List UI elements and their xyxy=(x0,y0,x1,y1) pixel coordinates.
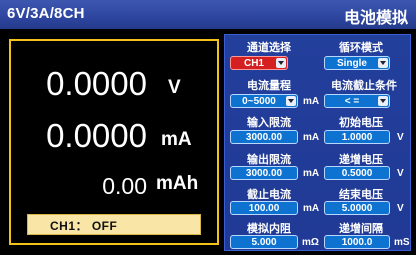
chevron-down-icon xyxy=(286,96,296,106)
end-voltage-label: 结束电压 xyxy=(339,189,383,201)
channel-status-bar[interactable]: CH1： OFF xyxy=(27,214,201,235)
cutoff-current-label: 截止电流 xyxy=(247,189,291,201)
cutoff-current-field[interactable]: 100.00 xyxy=(230,201,298,215)
step-voltage-label: 递增电压 xyxy=(339,154,383,166)
step-interval-field[interactable]: 1000.0 xyxy=(324,235,390,249)
initial-voltage-value: 1.0000 xyxy=(341,132,373,143)
output-limit-field[interactable]: 3000.00 xyxy=(230,166,298,180)
step-voltage-field[interactable]: 0.5000 xyxy=(324,166,390,180)
channel-select[interactable]: CH1 xyxy=(230,56,288,70)
channel-select-value: CH1 xyxy=(243,58,264,69)
channel-status-text: CH1： OFF xyxy=(50,219,118,233)
cutoff-condition-value: < = xyxy=(344,96,360,107)
output-limit-unit: mA xyxy=(303,168,320,179)
output-limit-label: 输出限流 xyxy=(247,154,291,166)
channel-label: 通道选择 xyxy=(247,42,291,54)
loop-mode-value: Single xyxy=(336,58,367,69)
cutoff-current-unit: mA xyxy=(303,203,320,214)
input-limit-value: 3000.00 xyxy=(245,132,283,143)
current-value: 0.0000 xyxy=(46,117,147,154)
input-limit-label: 输入限流 xyxy=(247,117,291,129)
voltage-value: 0.0000 xyxy=(46,65,147,102)
capacity-unit: mAh xyxy=(156,173,199,194)
output-limit-value: 3000.00 xyxy=(245,168,283,179)
input-limit-field[interactable]: 3000.00 xyxy=(230,130,298,144)
initial-voltage-unit: V xyxy=(397,132,404,143)
battery-sim-screen: 6V/3A/8CH 电池模拟 0.0000 V 0.0000 mA 0.00 m… xyxy=(0,0,416,255)
input-limit-unit: mA xyxy=(303,132,320,143)
model-label: 6V/3A/8CH xyxy=(7,5,85,22)
mode-title: 电池模拟 xyxy=(343,10,408,27)
loop-mode-select[interactable]: Single xyxy=(324,56,390,70)
cutoff-condition-select[interactable]: < = xyxy=(324,94,390,108)
end-voltage-unit: V xyxy=(397,203,404,214)
current-unit: mA xyxy=(161,129,192,150)
internal-resistance-field[interactable]: 5.000 xyxy=(230,235,298,249)
cutoff-condition-label: 电流截止条件 xyxy=(331,80,397,92)
header-bar: 6V/3A/8CH 电池模拟 xyxy=(0,0,416,29)
current-range-label: 电流量程 xyxy=(247,80,291,92)
step-interval-unit: mS xyxy=(394,237,410,248)
end-voltage-value: 5.0000 xyxy=(341,203,373,214)
loop-mode-label: 循环模式 xyxy=(339,42,383,54)
end-voltage-field[interactable]: 5.0000 xyxy=(324,201,390,215)
step-interval-value: 1000.0 xyxy=(341,237,373,248)
voltage-unit: V xyxy=(168,77,181,98)
current-range-unit: mA xyxy=(303,96,320,107)
measurement-panel: 0.0000 V 0.0000 mA 0.00 mAh CH1： OFF xyxy=(9,39,219,245)
step-interval-label: 递增间隔 xyxy=(339,223,383,235)
initial-voltage-label: 初始电压 xyxy=(339,117,383,129)
capacity-value: 0.00 xyxy=(102,173,147,199)
chevron-down-icon xyxy=(378,58,388,68)
internal-resistance-unit: mΩ xyxy=(302,237,319,248)
cutoff-current-value: 100.00 xyxy=(248,203,280,214)
step-voltage-unit: V xyxy=(397,168,404,179)
internal-resistance-label: 模拟内阻 xyxy=(247,223,291,235)
current-range-select[interactable]: 0~5000 xyxy=(230,94,298,108)
initial-voltage-field[interactable]: 1.0000 xyxy=(324,130,390,144)
settings-panel: 通道选择 循环模式 CH1 Single 电流量程 电流截止条件 0~5000 … xyxy=(224,34,411,251)
current-range-value: 0~5000 xyxy=(242,96,276,107)
internal-resistance-value: 5.000 xyxy=(251,237,277,248)
chevron-down-icon xyxy=(276,58,286,68)
step-voltage-value: 0.5000 xyxy=(341,168,373,179)
chevron-down-icon xyxy=(378,96,388,106)
